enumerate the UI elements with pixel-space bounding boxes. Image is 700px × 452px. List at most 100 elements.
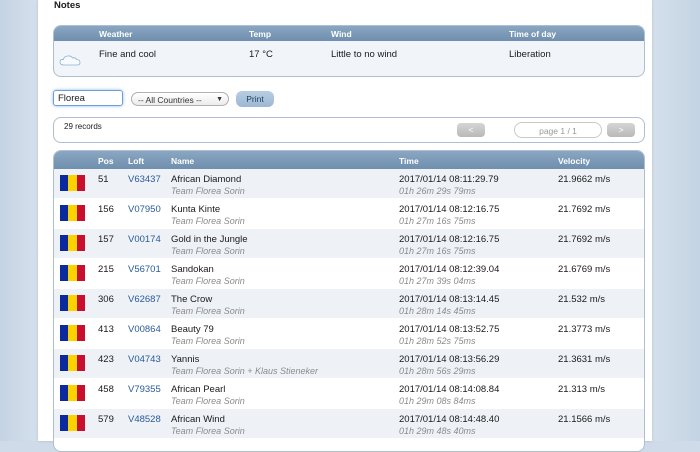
weather-header: Weather Temp Wind Time of day xyxy=(54,26,644,41)
time-of-day-value: Liberation xyxy=(509,49,551,60)
cell-loft-link[interactable]: V62687 xyxy=(128,294,161,305)
cell-pos: 423 xyxy=(98,354,114,365)
table-row[interactable]: 423 V04743 Yannis Team Florea Sorin + Klaus… xyxy=(54,349,644,379)
header-velocity: Velocity xyxy=(558,156,591,166)
cell-loft-link[interactable]: V48528 xyxy=(128,414,161,425)
cell-name: African Wind xyxy=(171,414,225,425)
table-row[interactable]: 156 V07950 Kunta Kinte Team Florea Sorin 201… xyxy=(54,199,644,229)
flag-stripe xyxy=(68,175,77,191)
next-page-button[interactable]: > xyxy=(607,123,635,137)
cell-team: Team Florea Sorin xyxy=(171,396,245,406)
cell-name: Beauty 79 xyxy=(171,324,214,335)
table-row[interactable]: 458 V79355 African Pearl Team Florea Sorin 2… xyxy=(54,379,644,409)
header-name: Name xyxy=(171,156,195,166)
flag-stripe xyxy=(68,265,77,281)
results-body: 51 V63437 African Diamond Team Florea Sorin… xyxy=(54,169,644,439)
romania-flag-icon xyxy=(60,355,85,371)
header-pos: Pos xyxy=(98,156,114,166)
weather-row: Fine and cool 17 °C Little to no wind Li… xyxy=(54,41,644,75)
romania-flag-icon xyxy=(60,265,85,281)
header-loft: Loft xyxy=(128,156,145,166)
cell-duration: 01h 28m 52s 75ms xyxy=(399,336,476,346)
cell-pos: 306 xyxy=(98,294,114,305)
flag-stripe xyxy=(76,235,85,251)
cell-loft-link[interactable]: V00174 xyxy=(128,234,161,245)
records-count: 29 records xyxy=(64,122,102,131)
cell-velocity: 21.313 m/s xyxy=(558,384,605,395)
cell-velocity: 21.9662 m/s xyxy=(558,174,611,185)
results-table: Pos Loft Name Time Velocity 51 V63437 Afri… xyxy=(53,150,645,452)
weather-box: Weather Temp Wind Time of day Fine and c… xyxy=(53,25,645,77)
cell-loft-link[interactable]: V00864 xyxy=(128,324,161,335)
cell-duration: 01h 29m 08s 84ms xyxy=(399,396,476,406)
romania-flag-icon xyxy=(60,205,85,221)
cell-team: Team Florea Sorin xyxy=(171,186,245,196)
prev-page-button[interactable]: < xyxy=(457,123,485,137)
cell-loft-link[interactable]: V07950 xyxy=(128,204,161,215)
table-row[interactable]: 51 V63437 African Diamond Team Florea Sorin… xyxy=(54,169,644,199)
cloud-icon xyxy=(59,55,81,66)
print-button[interactable]: Print xyxy=(236,91,274,107)
cell-name: Yannis xyxy=(171,354,200,365)
left-background xyxy=(0,0,38,441)
table-row[interactable]: 157 V00174 Gold in the Jungle Team Florea S… xyxy=(54,229,644,259)
header-time: Time xyxy=(399,156,419,166)
cell-time: 2017/01/14 08:13:56.29 xyxy=(399,354,500,365)
flag-stripe xyxy=(76,355,85,371)
cell-pos: 579 xyxy=(98,414,114,425)
flag-stripe xyxy=(60,205,69,221)
search-input[interactable]: Florea xyxy=(53,90,123,106)
flag-stripe xyxy=(76,415,85,431)
cell-time: 2017/01/14 08:13:52.75 xyxy=(399,324,500,335)
flag-stripe xyxy=(76,205,85,221)
cell-time: 2017/01/14 08:13:14.45 xyxy=(399,294,500,305)
country-select-value: -- All Countries -- xyxy=(138,95,202,105)
flag-stripe xyxy=(76,325,85,341)
romania-flag-icon xyxy=(60,325,85,341)
flag-stripe xyxy=(76,265,85,281)
cell-team: Team Florea Sorin xyxy=(171,246,245,256)
cell-velocity: 21.6769 m/s xyxy=(558,264,611,275)
cell-time: 2017/01/14 08:12:16.75 xyxy=(399,204,500,215)
weather-header-weather: Weather xyxy=(99,29,133,39)
flag-stripe xyxy=(60,295,69,311)
cell-duration: 01h 27m 39s 04ms xyxy=(399,276,476,286)
flag-stripe xyxy=(60,415,69,431)
cell-pos: 51 xyxy=(98,174,109,185)
table-row[interactable]: 579 V48528 African Wind Team Florea Sorin 20… xyxy=(54,409,644,439)
cell-time: 2017/01/14 08:11:29.79 xyxy=(399,174,499,185)
temp-value: 17 °C xyxy=(249,49,273,60)
results-header: Pos Loft Name Time Velocity xyxy=(54,151,644,169)
cell-team: Team Florea Sorin xyxy=(171,426,245,436)
cell-velocity: 21.3631 m/s xyxy=(558,354,611,365)
cell-duration: 01h 29m 48s 40ms xyxy=(399,426,476,436)
cell-name: The Crow xyxy=(171,294,213,305)
cell-loft-link[interactable]: V63437 xyxy=(128,174,161,185)
wind-value: Little to no wind xyxy=(331,49,398,60)
cell-time: 2017/01/14 08:14:48.40 xyxy=(399,414,500,425)
cell-loft-link[interactable]: V79355 xyxy=(128,384,161,395)
cell-velocity: 21.532 m/s xyxy=(558,294,605,305)
cell-time: 2017/01/14 08:12:16.75 xyxy=(399,234,500,245)
country-select[interactable]: -- All Countries -- ▼ xyxy=(131,92,229,106)
notes-title: Notes xyxy=(54,0,81,11)
cell-loft-link[interactable]: V04743 xyxy=(128,354,161,365)
flag-stripe xyxy=(76,385,85,401)
flag-stripe xyxy=(60,355,69,371)
records-bar: 29 records < page 1 / 1 > xyxy=(53,117,645,143)
cell-team: Team Florea Sorin xyxy=(171,306,245,316)
cell-velocity: 21.1566 m/s xyxy=(558,414,611,425)
romania-flag-icon xyxy=(60,175,85,191)
cell-pos: 458 xyxy=(98,384,114,395)
romania-flag-icon xyxy=(60,295,85,311)
cell-name: African Pearl xyxy=(171,384,226,395)
cell-pos: 413 xyxy=(98,324,114,335)
table-row[interactable]: 306 V62687 The Crow Team Florea Sorin 2017/0… xyxy=(54,289,644,319)
table-row[interactable]: 413 V00864 Beauty 79 Team Florea Sorin 2017/… xyxy=(54,319,644,349)
cell-loft-link[interactable]: V56701 xyxy=(128,264,161,275)
flag-stripe xyxy=(60,265,69,281)
table-row[interactable]: 215 V56701 Sandokan Team Florea Sorin 2017/0… xyxy=(54,259,644,289)
cell-duration: 01h 26m 29s 79ms xyxy=(399,186,476,196)
cell-pos: 157 xyxy=(98,234,114,245)
weather-header-wind: Wind xyxy=(331,29,352,39)
